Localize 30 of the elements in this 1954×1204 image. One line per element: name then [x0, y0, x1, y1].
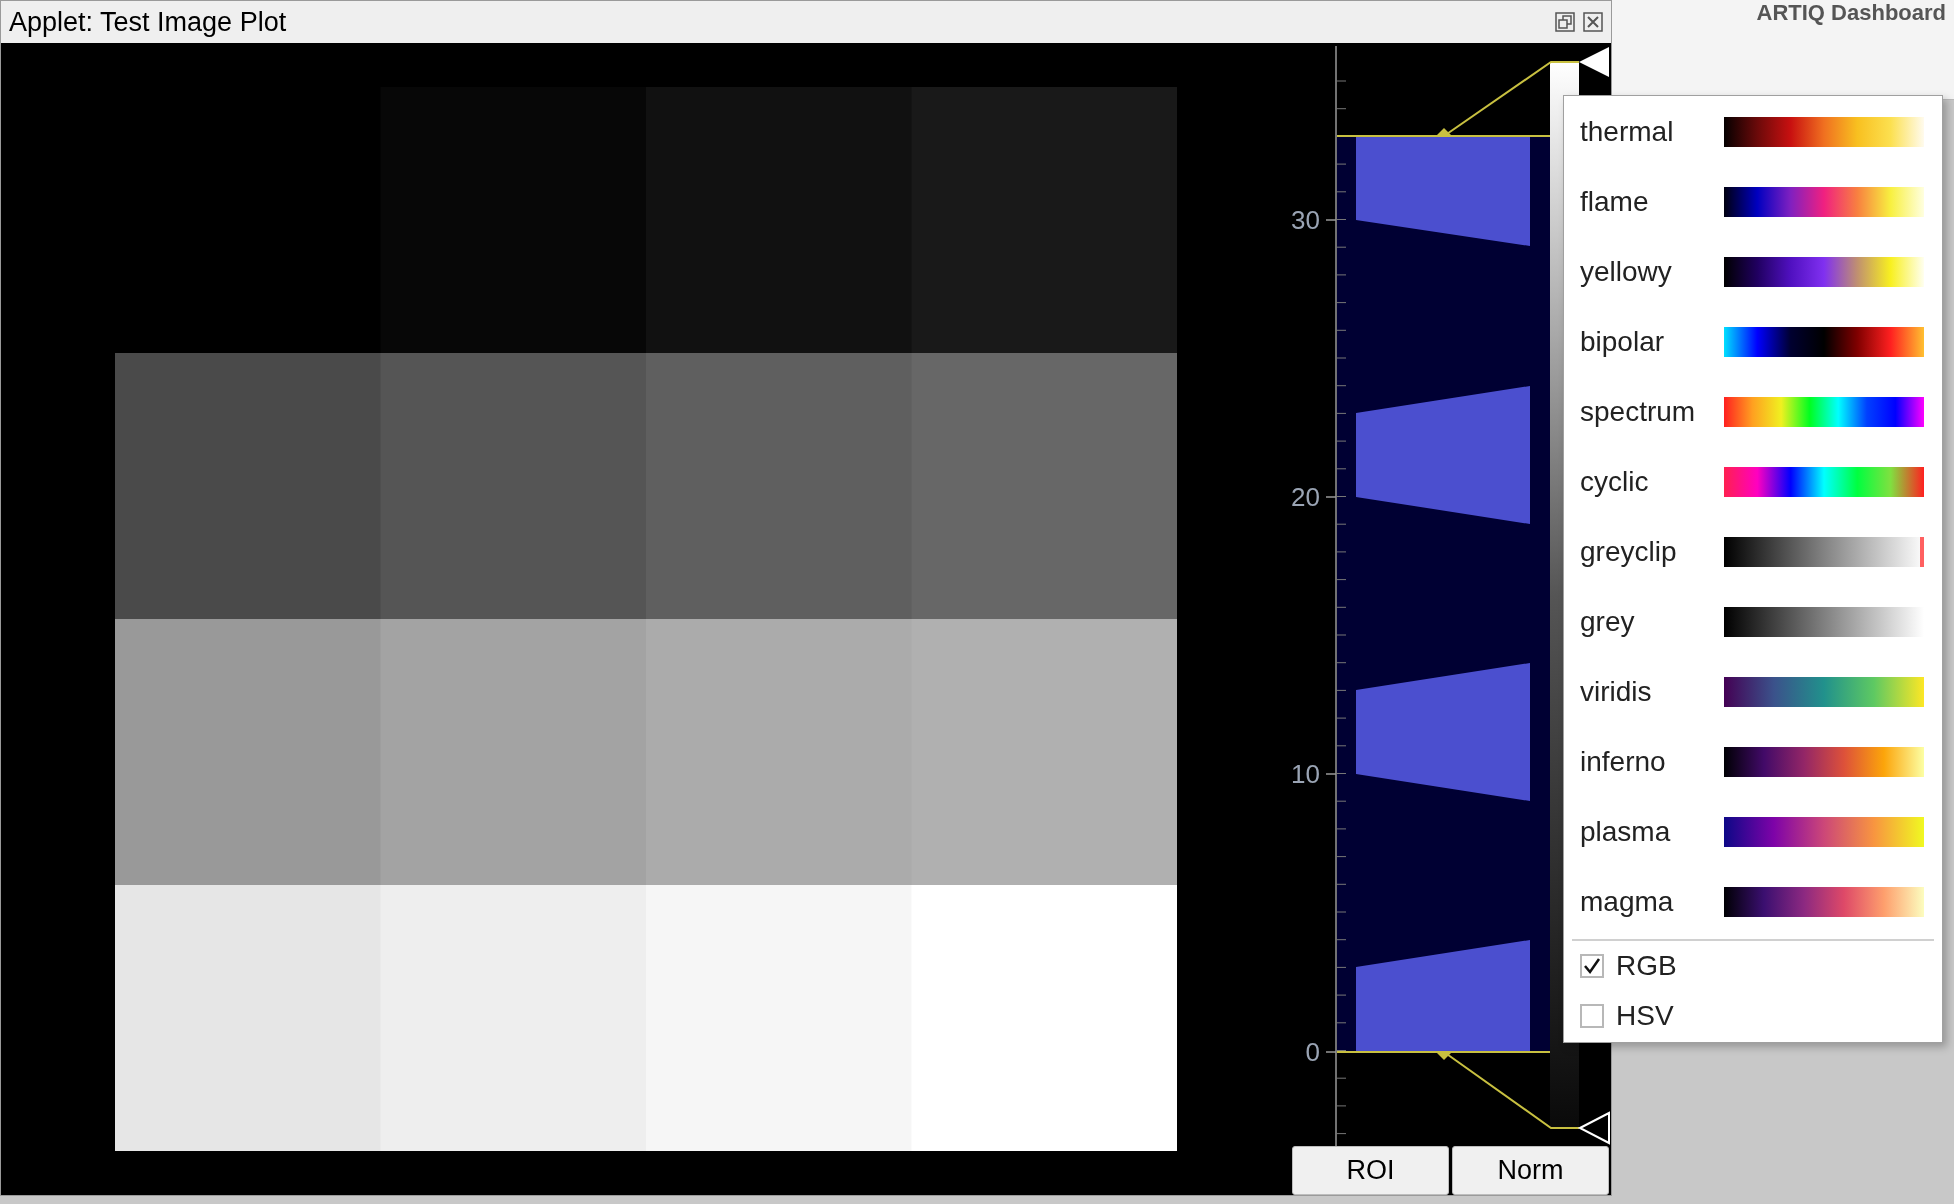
handle-icon[interactable] [1579, 47, 1609, 77]
plot-button[interactable]: Norm [1452, 1146, 1609, 1195]
colormap-item[interactable]: yellowy [1564, 237, 1942, 307]
tick-label: 20 [1292, 482, 1320, 512]
colormap-item[interactable]: bipolar [1564, 307, 1942, 377]
colormap-item[interactable]: spectrum [1564, 377, 1942, 447]
colormap-item[interactable]: greyclip [1564, 517, 1942, 587]
level-line-drawing[interactable] [1336, 61, 1580, 1129]
window-title: ARTIQ Dashboard [1756, 2, 1946, 24]
window-title: Applet: Test Image Plot [9, 5, 288, 39]
plot-button[interactable]: ROI [1292, 1146, 1449, 1195]
tick-label: 0 [1305, 1037, 1320, 1067]
colormap-item[interactable]: viridis [1564, 657, 1942, 727]
checkbox[interactable] [1580, 954, 1604, 978]
option-label[interactable]: HSV [1616, 995, 1674, 1037]
check-icon [1583, 957, 1601, 975]
colormap-item[interactable]: thermal [1564, 97, 1942, 167]
tick-label: 30 [1292, 205, 1320, 235]
option-label[interactable]: RGB [1616, 945, 1677, 987]
tick-label: 10 [1292, 759, 1320, 789]
close-icon[interactable] [1583, 12, 1603, 32]
colormap-item[interactable]: magma [1564, 867, 1942, 937]
colormap-item[interactable]: flame [1564, 167, 1942, 237]
handle-icon[interactable] [1577, 1111, 1610, 1145]
restore-icon[interactable] [1555, 12, 1575, 32]
colormap-item[interactable]: inferno [1564, 727, 1942, 797]
colormap-item[interactable]: plasma [1564, 797, 1942, 867]
checkbox[interactable] [1580, 1004, 1604, 1028]
colormap-item[interactable]: grey [1564, 587, 1942, 657]
colormap-item[interactable]: cyclic [1564, 447, 1942, 517]
